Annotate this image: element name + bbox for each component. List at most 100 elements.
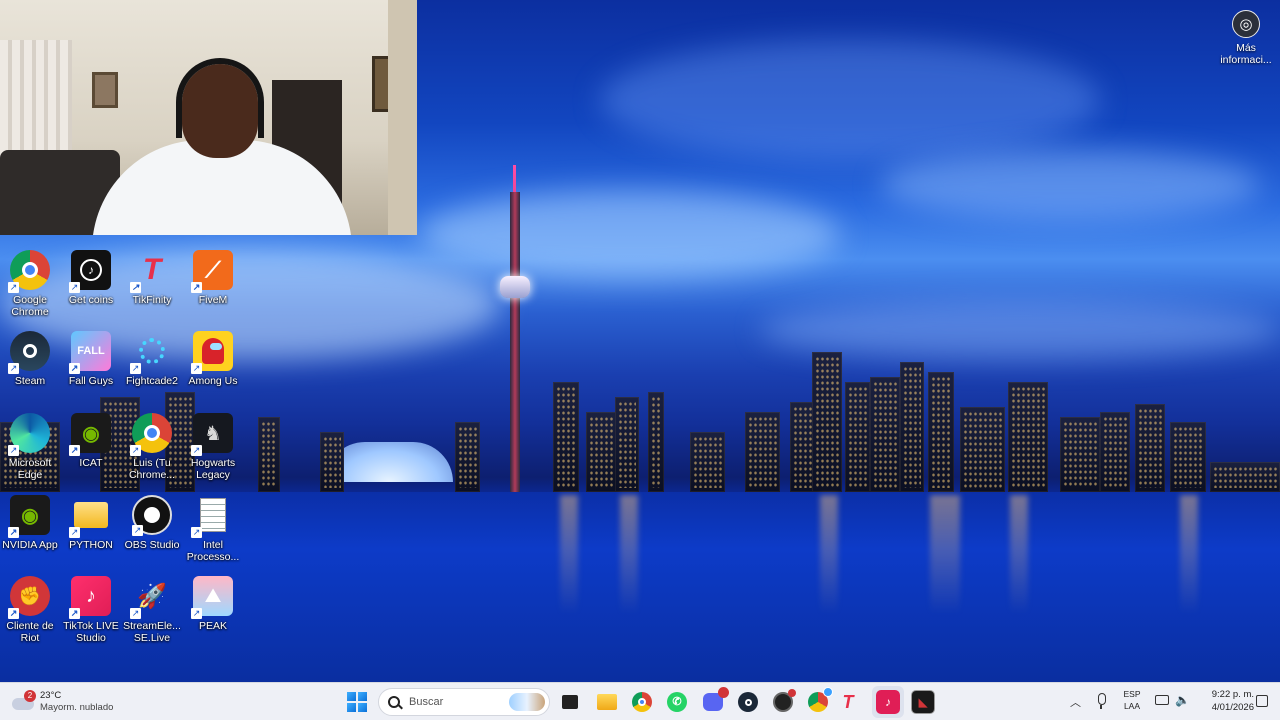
obs-icon	[773, 689, 796, 712]
taskbar-tikfinity[interactable]: T	[836, 690, 860, 714]
desktop-icon-riot-client[interactable]: ✊ Cliente de Riot	[0, 576, 62, 656]
tikfinity-icon: T	[130, 250, 172, 293]
clock-time: 9:22 p. m.	[1211, 689, 1254, 700]
cloudy-weather-icon: 2	[12, 690, 36, 711]
tiktok-live-icon: ♪	[885, 695, 891, 709]
desktop-icon-luis-chrome[interactable]: Luis (Tu Chrome...	[120, 413, 184, 493]
task-view-button[interactable]	[558, 690, 582, 714]
folder-icon	[69, 495, 111, 538]
file-explorer-icon	[597, 694, 617, 710]
taskbar-steam[interactable]	[736, 690, 760, 714]
taskbar-tiktok-live[interactable]: ♪	[876, 690, 900, 714]
more-info-label: Más informaci...	[1220, 42, 1272, 66]
steam-icon	[8, 331, 50, 374]
icon-label: Among Us	[188, 375, 238, 387]
chrome-profile-icon	[808, 687, 833, 712]
weather-condition: Mayorm. nublado	[40, 702, 114, 713]
taskbar-capcut[interactable]: ◣	[911, 690, 935, 714]
peak-icon: ⛰	[191, 576, 233, 619]
more-info-widget[interactable]: ◎ Más informaci...	[1216, 10, 1276, 66]
system-clock[interactable]: 9:22 p. m. 4/01/2026	[1196, 688, 1254, 714]
icon-label: FiveM	[198, 294, 228, 306]
desktop-icon-python-folder[interactable]: PYTHON	[59, 495, 123, 575]
desktop-icon-hogwarts-legacy[interactable]: ♞ Hogwarts Legacy	[181, 413, 245, 493]
taskbar: 2 23°C Mayorm. nublado Buscar ✆ T ♪ ◣ ︿ …	[0, 682, 1280, 720]
among-us-icon	[191, 331, 233, 374]
whatsapp-icon: ✆	[667, 692, 687, 712]
icon-label: PYTHON	[69, 539, 113, 551]
icon-label: Fall Guys	[68, 375, 114, 387]
desktop-icon-get-coins[interactable]: ♪ Get coins	[59, 250, 123, 330]
nvidia-app-icon: ◉	[8, 495, 50, 538]
desktop-icon-intel-processor[interactable]: Intel Processo...	[181, 495, 245, 575]
icon-label: TikTok LIVE Studio	[63, 620, 119, 644]
desktop-icon-tikfinity[interactable]: T TikFinity	[120, 250, 184, 330]
capcut-icon: ◣	[918, 696, 928, 709]
icon-label: OBS Studio	[124, 539, 180, 551]
chrome-icon	[8, 250, 50, 293]
taskbar-chrome-profile[interactable]	[806, 687, 833, 714]
microphone-icon[interactable]	[1096, 693, 1106, 709]
chrome-icon	[632, 692, 652, 712]
desktop-icon-tiktok-live-studio[interactable]: ♪ TikTok LIVE Studio	[59, 576, 123, 656]
fivem-icon: ⟋	[191, 250, 233, 293]
icon-label: Fightcade2	[126, 375, 178, 387]
weather-widget[interactable]: 2 23°C Mayorm. nublado	[12, 687, 113, 717]
desktop-icon-icat[interactable]: ◉ ICAT	[59, 413, 123, 493]
camera-info-icon: ◎	[1232, 10, 1260, 38]
keyboard-layout: LAA	[1123, 701, 1141, 711]
desktop-icon-fall-guys[interactable]: FALL Fall Guys	[59, 331, 123, 411]
tiktok-coins-icon: ♪	[69, 250, 111, 293]
clock-date: 4/01/2026	[1211, 702, 1254, 713]
icon-label: Microsoft Edge	[8, 457, 52, 481]
desktop-icon-fivem[interactable]: ⟋ FiveM	[181, 250, 245, 330]
volume-icon[interactable]: 🔈	[1175, 693, 1190, 707]
start-button[interactable]	[347, 692, 367, 712]
search-icon	[388, 696, 400, 708]
notification-badge: 2	[24, 690, 36, 702]
taskbar-discord[interactable]	[701, 687, 729, 714]
notification-center-icon[interactable]	[1256, 695, 1268, 707]
taskbar-file-explorer[interactable]	[595, 690, 619, 714]
icon-label: TikFinity	[132, 294, 172, 306]
taskbar-obs[interactable]	[771, 689, 796, 714]
icon-label: NVIDIA App	[2, 539, 58, 551]
desktop-icon-steam[interactable]: Steam	[0, 331, 62, 411]
edge-icon	[8, 413, 50, 456]
icon-label: Cliente de Riot	[6, 620, 54, 644]
riot-icon: ✊	[8, 576, 50, 619]
show-hidden-icons-chevron-icon[interactable]: ︿	[1070, 694, 1081, 710]
taskbar-search-box[interactable]: Buscar	[378, 688, 550, 716]
chrome-profile-icon	[130, 413, 172, 456]
language-code: ESP	[1123, 689, 1141, 699]
desktop-icon-nvidia-app[interactable]: ◉ NVIDIA App	[0, 495, 62, 575]
streamelements-icon: 🚀	[130, 576, 172, 619]
tikfinity-icon: T	[842, 691, 854, 712]
icon-label: ICAT	[79, 457, 103, 469]
desktop-icon-obs-studio[interactable]: OBS Studio	[120, 495, 184, 575]
language-indicator[interactable]: ESP LAA	[1120, 688, 1144, 712]
network-icon[interactable]	[1155, 695, 1169, 705]
taskbar-whatsapp[interactable]: ✆	[665, 690, 689, 714]
icon-label: Steam	[14, 375, 46, 387]
desktop-icon-among-us[interactable]: Among Us	[181, 331, 245, 411]
document-icon	[191, 495, 233, 538]
desktop-icon-microsoft-edge[interactable]: Microsoft Edge	[0, 413, 62, 493]
icon-label: Luis (Tu Chrome...	[128, 457, 176, 481]
weather-temperature: 23°C	[40, 690, 62, 701]
icon-label: Google Chrome	[11, 294, 49, 318]
icon-label: Hogwarts Legacy	[190, 457, 236, 481]
task-view-icon	[562, 695, 578, 709]
icon-label: StreamEle... SE.Live	[123, 620, 181, 644]
fall-guys-icon: FALL	[69, 331, 111, 374]
obs-icon	[132, 495, 172, 536]
hogwarts-icon: ♞	[191, 413, 233, 456]
desktop-icon-fightcade2[interactable]: Fightcade2	[120, 331, 184, 411]
taskbar-chrome[interactable]	[630, 690, 654, 714]
desktop-icon-google-chrome[interactable]: Google Chrome	[0, 250, 62, 330]
icon-label: PEAK	[198, 620, 227, 632]
fightcade-icon	[130, 331, 172, 374]
desktop-icon-streamelements[interactable]: 🚀 StreamEle... SE.Live	[120, 576, 184, 656]
search-highlight-image	[509, 693, 545, 711]
desktop-icon-peak[interactable]: ⛰ PEAK	[181, 576, 245, 656]
